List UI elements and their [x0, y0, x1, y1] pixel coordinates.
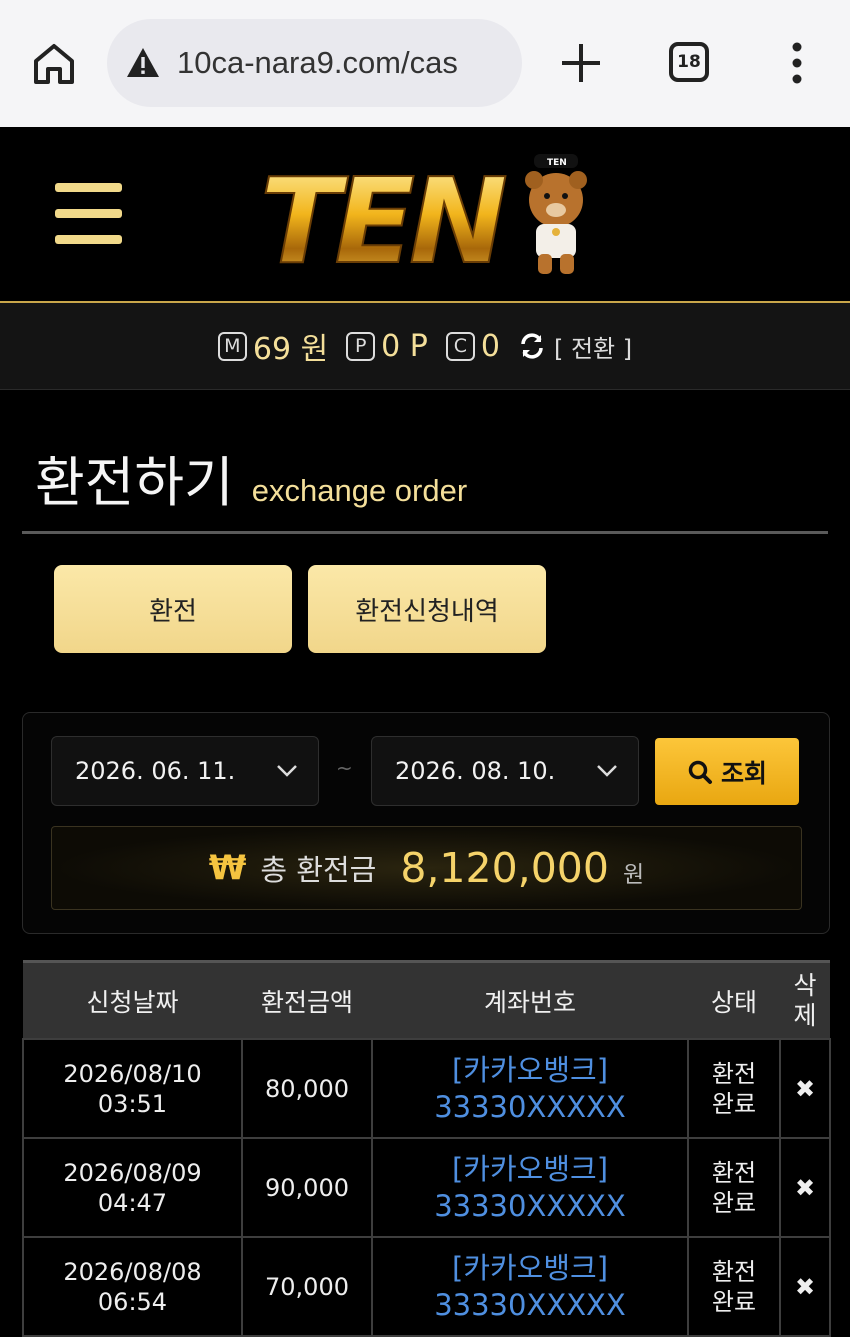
- page-title-english: exchange order: [251, 473, 468, 508]
- title-divider: [22, 531, 828, 534]
- column-header-account: 계좌번호: [372, 960, 688, 1039]
- request-date: 2026/08/10 03:51: [22, 1038, 243, 1139]
- exchange-tab-button[interactable]: 환전: [54, 565, 292, 653]
- point-p-icon: P: [346, 331, 376, 361]
- total-exchange-unit: 원: [622, 862, 645, 888]
- start-date-select[interactable]: 2026. 06. 11.: [51, 736, 319, 806]
- column-header-amount: 환전금액: [242, 960, 372, 1039]
- chevron-down-icon: [597, 765, 617, 777]
- status-badge: 환전 완료: [687, 1137, 781, 1238]
- column-header-date: 신청날짜: [23, 960, 242, 1039]
- search-button[interactable]: 조회: [655, 738, 799, 805]
- switch-label: [ 전환 ]: [553, 334, 633, 363]
- exchange-amount: 90,000: [241, 1137, 373, 1238]
- exchange-amount: 70,000: [241, 1236, 373, 1337]
- page-title: 환전하기 exchange order: [35, 438, 467, 517]
- exchange-history-tab-button[interactable]: 환전신청내역: [308, 565, 546, 653]
- coupon-value: 0: [480, 328, 500, 364]
- total-exchange-label: 총 환전금: [260, 853, 377, 887]
- delete-icon[interactable]: ✖: [779, 1137, 831, 1238]
- total-exchange-amount: 8,120,000: [400, 844, 609, 892]
- switch-button[interactable]: [ 전환 ]: [518, 329, 632, 364]
- won-currency-icon: ₩: [208, 848, 247, 888]
- point-balance: P 0 P: [346, 329, 428, 364]
- account-number-link[interactable]: [카카오뱅크] 33330XXXXX: [371, 1236, 689, 1337]
- coupon-balance: C 0: [445, 328, 500, 364]
- tab-count: 18: [677, 52, 701, 72]
- chevron-down-icon: [277, 765, 297, 777]
- end-date-select[interactable]: 2026. 08. 10.: [371, 736, 639, 806]
- exchange-history-table: 신청날짜 환전금액 계좌번호 상태 삭제 2026/08/10 03:51 80,…: [22, 960, 831, 1337]
- delete-icon[interactable]: ✖: [779, 1038, 831, 1139]
- end-date-value: 2026. 08. 10.: [395, 757, 556, 785]
- page-title-korean: 환전하기: [35, 451, 234, 514]
- url-text: 10ca-nara9.com/cas: [177, 45, 458, 80]
- column-header-status: 상태: [688, 960, 780, 1039]
- balance-bar: M 69 원 P 0 P C 0 [ 전환 ]: [0, 303, 850, 390]
- table-row: 2026/08/08 06:54 70,000 [카카오뱅크] 33330XXXXX…: [22, 1236, 831, 1337]
- account-number-link[interactable]: [카카오뱅크] 33330XXXXX: [371, 1137, 689, 1238]
- new-tab-icon[interactable]: [558, 40, 604, 86]
- exchange-amount: 80,000: [241, 1038, 373, 1139]
- refresh-icon: [521, 333, 543, 359]
- ten-logo[interactable]: TEN TEN: [258, 150, 598, 278]
- date-range-separator: ~: [336, 756, 353, 780]
- logo-text: TEN: [260, 152, 506, 278]
- coupon-c-icon: C: [445, 331, 475, 361]
- column-header-delete: 삭제: [780, 960, 830, 1039]
- table-header-row: 신청날짜 환전금액 계좌번호 상태 삭제: [23, 960, 830, 1039]
- total-exchange-summary: ₩ 총 환전금 8,120,000 원: [51, 826, 802, 910]
- search-icon: [688, 760, 712, 784]
- tab-switcher-button[interactable]: 18: [669, 42, 709, 82]
- more-options-icon[interactable]: [786, 42, 808, 84]
- status-badge: 환전 완료: [687, 1236, 781, 1337]
- money-m-icon: M: [217, 331, 247, 361]
- search-button-label: 조회: [720, 758, 767, 788]
- request-date: 2026/08/09 04:47: [22, 1137, 243, 1238]
- status-badge: 환전 완료: [687, 1038, 781, 1139]
- browser-toolbar: 10ca-nara9.com/cas 18: [0, 0, 850, 128]
- table-row: 2026/08/09 04:47 90,000 [카카오뱅크] 33330XXXXX…: [22, 1137, 831, 1238]
- money-balance: M 69 원: [217, 324, 329, 368]
- delete-icon[interactable]: ✖: [779, 1236, 831, 1337]
- point-value: 0 P: [381, 328, 428, 364]
- table-row: 2026/08/10 03:51 80,000 [카카오뱅크] 33330XXXXX…: [22, 1038, 831, 1139]
- address-bar[interactable]: 10ca-nara9.com/cas: [107, 19, 522, 107]
- not-secure-warning-icon[interactable]: [125, 45, 161, 81]
- bear-mascot-icon: TEN: [525, 154, 587, 274]
- account-number-link[interactable]: [카카오뱅크] 33330XXXXX: [371, 1038, 689, 1139]
- start-date-value: 2026. 06. 11.: [75, 757, 236, 785]
- money-value: 69 원: [252, 332, 329, 367]
- home-icon[interactable]: [30, 40, 78, 88]
- svg-text:TEN: TEN: [547, 158, 567, 168]
- request-date: 2026/08/08 06:54: [22, 1236, 243, 1337]
- hamburger-menu-icon[interactable]: [55, 183, 122, 244]
